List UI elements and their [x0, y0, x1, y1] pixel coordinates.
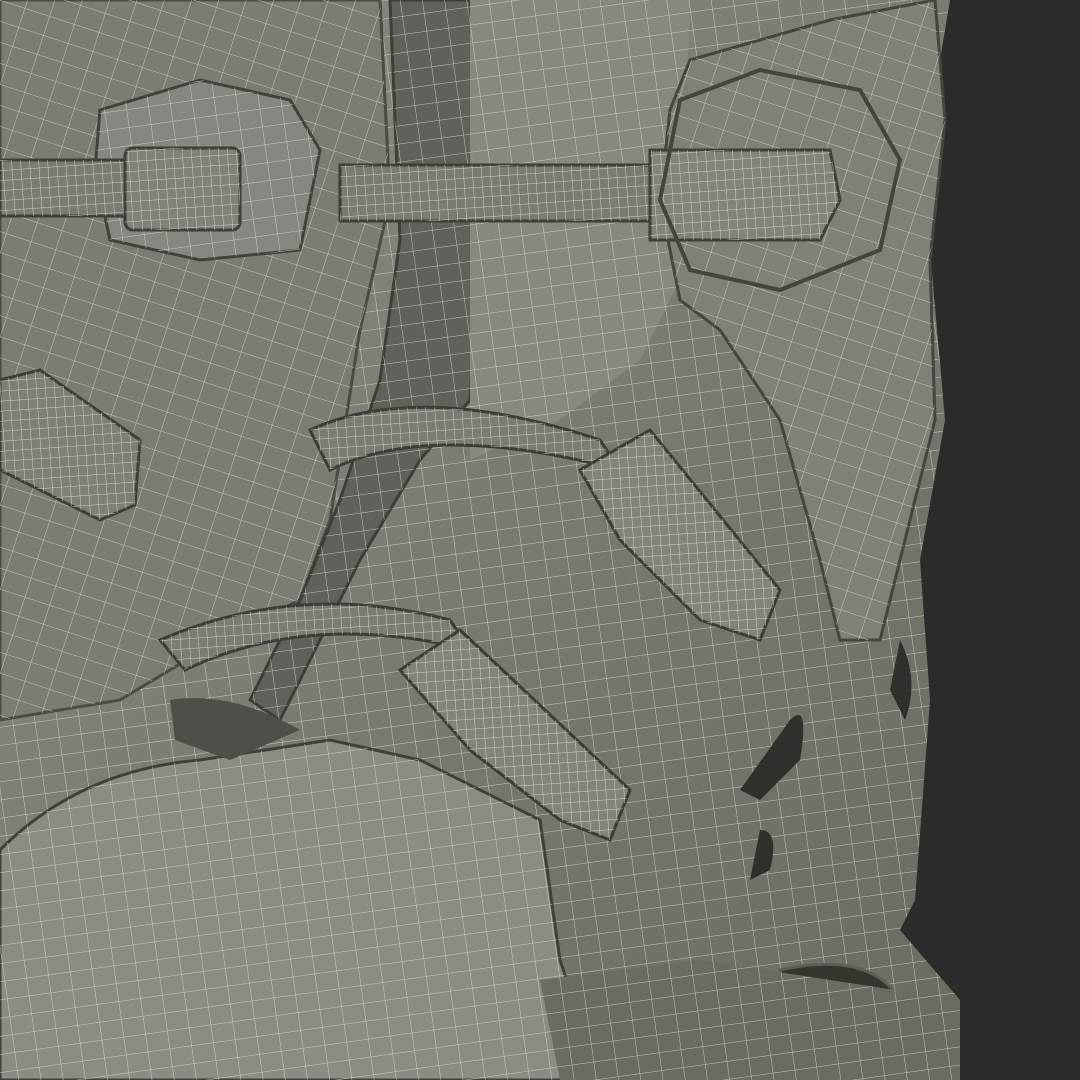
boot-render-canvas [0, 0, 1080, 1080]
